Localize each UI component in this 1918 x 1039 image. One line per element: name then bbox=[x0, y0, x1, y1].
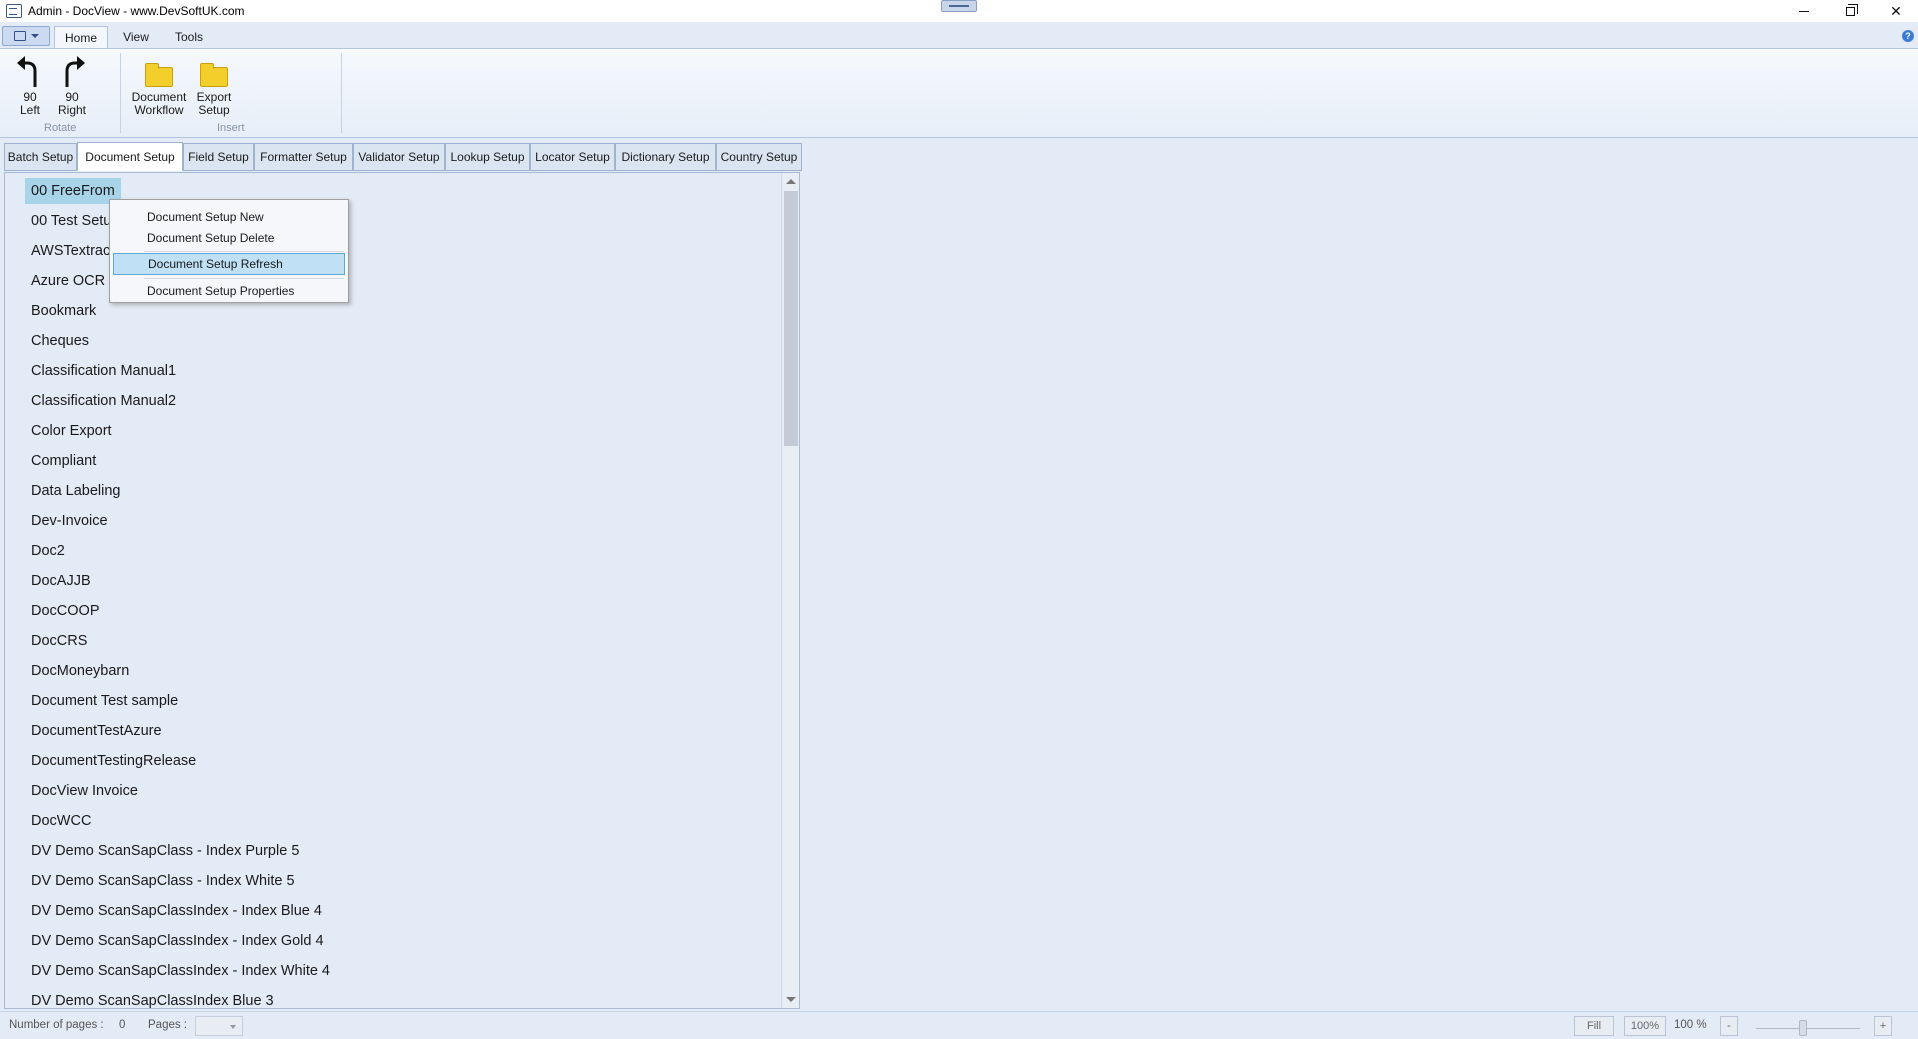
list-item[interactable]: Compliant bbox=[25, 448, 102, 474]
list-item[interactable]: DV Demo ScanSapClass - Index Purple 5 bbox=[25, 838, 305, 864]
pages-select[interactable] bbox=[195, 1016, 243, 1036]
tab-view[interactable]: View bbox=[114, 26, 158, 48]
tab-lookup-setup[interactable]: Lookup Setup bbox=[445, 143, 530, 171]
minimize-button[interactable] bbox=[1781, 0, 1827, 22]
list-item[interactable]: DocCRS bbox=[25, 628, 93, 654]
title-bar: Admin - DocView - www.DevSoftUK.com ✕ bbox=[0, 0, 1918, 22]
list-item[interactable]: Classification Manual2 bbox=[25, 388, 182, 414]
ribbon-collapse-handle[interactable] bbox=[941, 0, 977, 12]
export-setup-button[interactable]: Export Setup bbox=[190, 53, 238, 117]
zoom-in-button[interactable]: + bbox=[1874, 1016, 1892, 1036]
menu-item-document-setup-refresh[interactable]: Document Setup Refresh bbox=[113, 253, 345, 275]
pages-label: Pages : bbox=[148, 1019, 187, 1031]
zoom-out-button[interactable]: - bbox=[1720, 1016, 1738, 1036]
menu-item-document-setup-delete[interactable]: Document Setup Delete bbox=[113, 227, 345, 249]
close-icon: ✕ bbox=[1890, 2, 1902, 19]
list-item[interactable]: DV Demo ScanSapClass - Index White 5 bbox=[25, 868, 301, 894]
menu-item-document-setup-properties[interactable]: Document Setup Properties bbox=[113, 280, 345, 302]
document-workflow-line2: Workflow bbox=[134, 103, 184, 117]
app-menu-icon bbox=[13, 31, 26, 41]
tab-formatter-setup[interactable]: Formatter Setup bbox=[254, 143, 353, 171]
chevron-down-icon bbox=[30, 34, 39, 38]
scrollbar-thumb[interactable] bbox=[784, 191, 798, 446]
export-setup-line2: Setup bbox=[198, 103, 230, 117]
list-item[interactable]: Cheques bbox=[25, 328, 95, 354]
tab-tools[interactable]: Tools bbox=[164, 26, 214, 48]
tab-document-setup[interactable]: Document Setup bbox=[77, 142, 183, 171]
list-item[interactable]: DV Demo ScanSapClassIndex - Index Blue 4 bbox=[25, 898, 328, 924]
group-separator bbox=[341, 53, 342, 133]
rotate-left-button[interactable]: 90 Left bbox=[10, 53, 50, 117]
menu-separator bbox=[144, 278, 344, 279]
group-label-insert: Insert bbox=[217, 122, 245, 134]
zoom-value: 100 % bbox=[1674, 1019, 1707, 1031]
list-item[interactable]: DV Demo ScanSapClassIndex Blue 3 bbox=[25, 988, 280, 1008]
status-bar: Number of pages : 0 Pages : Fill 100% 10… bbox=[0, 1011, 1918, 1039]
zoom-100-button[interactable]: 100% bbox=[1624, 1016, 1666, 1036]
tab-locator-setup[interactable]: Locator Setup bbox=[530, 143, 615, 171]
group-separator bbox=[120, 53, 121, 133]
tab-home[interactable]: Home bbox=[54, 26, 108, 48]
list-item[interactable]: DocAJJB bbox=[25, 568, 97, 594]
list-item[interactable]: Dev-Invoice bbox=[25, 508, 114, 534]
list-item[interactable]: Classification Manual1 bbox=[25, 358, 182, 384]
rotate-left-line2: Left bbox=[19, 103, 40, 117]
list-item[interactable]: DocumentTestAzure bbox=[25, 718, 168, 744]
zoom-slider-thumb[interactable] bbox=[1799, 1020, 1807, 1036]
minimize-icon bbox=[1799, 10, 1809, 12]
folder-icon bbox=[145, 63, 173, 87]
fill-button[interactable]: Fill bbox=[1574, 1016, 1614, 1036]
window-title: Admin - DocView - www.DevSoftUK.com bbox=[28, 4, 245, 18]
restore-button[interactable] bbox=[1827, 0, 1873, 22]
list-item[interactable]: 00 FreeFrom bbox=[25, 178, 121, 204]
list-item[interactable]: DocCOOP bbox=[25, 598, 106, 624]
list-item[interactable]: DocMoneybarn bbox=[25, 658, 135, 684]
list-item[interactable]: Data Labeling bbox=[25, 478, 127, 504]
app-menu-button[interactable] bbox=[2, 26, 50, 46]
menu-item-document-setup-new[interactable]: Document Setup New bbox=[113, 206, 345, 228]
tab-field-setup[interactable]: Field Setup bbox=[183, 143, 254, 171]
list-item[interactable]: AWSTextrac bbox=[25, 238, 116, 264]
list-item[interactable]: 00 Test Setu bbox=[25, 208, 117, 234]
list-item[interactable]: Doc2 bbox=[25, 538, 71, 564]
tab-country-setup[interactable]: Country Setup bbox=[716, 143, 802, 171]
ribbon-panel: 90 Left 90 Right Document Workflow Expor… bbox=[0, 48, 1918, 138]
number-of-pages-value: 0 bbox=[119, 1019, 126, 1031]
folder-icon bbox=[200, 63, 228, 87]
group-label-rotate: Rotate bbox=[44, 122, 77, 134]
list-item[interactable]: Color Export bbox=[25, 418, 118, 444]
help-icon[interactable]: ? bbox=[1902, 30, 1914, 42]
list-item[interactable]: DocWCC bbox=[25, 808, 97, 834]
app-icon bbox=[6, 4, 22, 18]
list-item[interactable]: DV Demo ScanSapClassIndex - Index White … bbox=[25, 958, 336, 984]
tab-dictionary-setup[interactable]: Dictionary Setup bbox=[615, 143, 716, 171]
zoom-slider-track[interactable] bbox=[1756, 1028, 1860, 1029]
scroll-down-icon[interactable] bbox=[786, 997, 796, 1002]
list-item[interactable]: DV Demo ScanSapClassIndex - Index Gold 4 bbox=[25, 928, 330, 954]
document-workflow-button[interactable]: Document Workflow bbox=[128, 53, 190, 117]
restore-icon bbox=[1845, 3, 1858, 16]
list-item[interactable]: Document Test sample bbox=[25, 688, 184, 714]
list-item[interactable]: DocView Invoice bbox=[25, 778, 144, 804]
context-menu: Document Setup New Document Setup Delete… bbox=[109, 199, 349, 303]
tab-validator-setup[interactable]: Validator Setup bbox=[353, 143, 445, 171]
close-button[interactable]: ✕ bbox=[1873, 0, 1918, 22]
list-item[interactable]: DocumentTestingRelease bbox=[25, 748, 202, 774]
vertical-scrollbar[interactable] bbox=[781, 173, 799, 1008]
rotate-right-button[interactable]: 90 Right bbox=[52, 53, 92, 117]
rotate-left-icon bbox=[10, 53, 50, 91]
tab-batch-setup[interactable]: Batch Setup bbox=[4, 143, 77, 171]
rotate-right-line2: Right bbox=[57, 103, 86, 117]
ribbon-tab-strip: Home View Tools ? bbox=[0, 24, 1918, 48]
number-of-pages-label: Number of pages : bbox=[9, 1019, 104, 1031]
list-item[interactable]: Bookmark bbox=[25, 298, 102, 324]
menu-separator bbox=[144, 251, 344, 252]
scroll-up-icon[interactable] bbox=[786, 179, 796, 184]
rotate-right-icon bbox=[52, 53, 92, 91]
